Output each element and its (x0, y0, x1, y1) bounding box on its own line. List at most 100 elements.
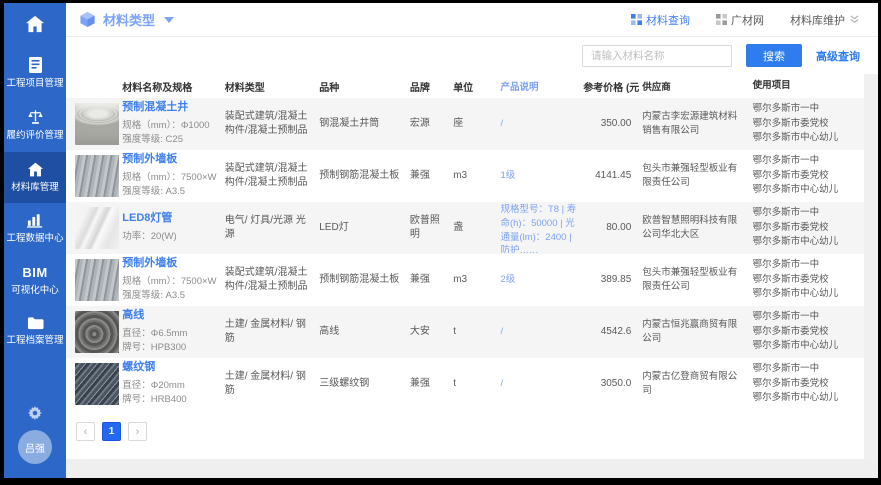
bar-chart-icon (27, 213, 43, 228)
material-unit: m3 (450, 273, 497, 288)
pagination-prev-button[interactable]: ‹ (76, 422, 95, 441)
column-header-projects: 使用项目 (750, 79, 860, 94)
search-button[interactable]: 搜索 (746, 44, 802, 67)
supplier: 内蒙古亿登商贸有限公司 (639, 370, 749, 398)
table-row[interactable]: LED8灯管 功率：20(W) 电气/ 灯具/光源 光源 LED灯 欧普照明 盏… (66, 202, 864, 254)
advanced-query-link[interactable]: 高级查询 (816, 48, 860, 64)
material-thumbnail (75, 311, 119, 353)
reference-price: 389.85 (580, 273, 639, 288)
material-query-link[interactable]: 材料查询 (631, 12, 690, 28)
material-name-link[interactable]: LED8灯管 (122, 211, 218, 227)
sidebar-spacer (4, 356, 66, 406)
supplier: 内蒙古李宏源建筑材料销售有限公司 (639, 110, 749, 138)
grid-icon (631, 14, 642, 25)
reference-price: 350.00 (580, 117, 639, 132)
column-header-description: 产品说明 (497, 79, 580, 93)
supplier: 内蒙古恒兆赢商贸有限公司 (639, 318, 749, 346)
table-row[interactable]: 螺纹钢 直径：Φ20mm 牌号：HRB400 土建/ 金属材料/ 钢筋 三级螺纹… (66, 358, 864, 410)
material-brand: 兼强 (407, 169, 450, 184)
material-brand: 大安 (407, 325, 450, 340)
material-type: 电气/ 灯具/光源 光源 (222, 214, 317, 243)
sidebar-item-label: 工程数据中心 (6, 233, 63, 244)
material-variety: 钢混凝土井筒 (316, 117, 407, 132)
sidebar-item-archive-management[interactable]: 工程档案管理 (4, 306, 66, 356)
material-unit: m3 (450, 169, 497, 184)
material-library-maintain-link[interactable]: 材料库维护 (790, 12, 860, 28)
caret-down-icon (164, 17, 174, 23)
material-brand: 兼强 (407, 273, 450, 288)
table-row[interactable]: 预制混凝土井 规格（mm）：Φ1000 强度等级: C25 装配式建筑/混凝土构… (66, 98, 864, 150)
table-header: 材料名称及规格 材料类型 品种 品牌 单位 产品说明 参考价格 (元) 供应商 … (66, 74, 864, 98)
reference-price: 4141.45 (580, 169, 639, 184)
page-title: 材料类型 (103, 10, 155, 29)
folder-icon (27, 316, 44, 330)
reference-price: 4542.6 (580, 325, 639, 340)
material-type-dropdown[interactable]: 材料类型 (79, 10, 174, 29)
column-header-name-spec: 材料名称及规格 (119, 79, 221, 94)
scales-icon (27, 109, 44, 125)
material-unit: 座 (450, 117, 497, 132)
material-variety: 三级螺纹钢 (316, 377, 407, 392)
footer-gap (66, 459, 878, 478)
material-type: 装配式建筑/混凝土构件/混凝土预制品 (222, 110, 317, 139)
material-thumbnail (75, 103, 119, 145)
guangcai-net-link[interactable]: 广材网 (716, 12, 764, 28)
pagination-page-1-button[interactable]: 1 (102, 422, 121, 441)
sidebar-item-material-library[interactable]: 材料库管理 (4, 152, 66, 203)
material-variety: 预制钢筋混凝土板 (316, 169, 407, 184)
sidebar-item-data-center[interactable]: 工程数据中心 (4, 203, 66, 254)
table-body: 预制混凝土井 规格（mm）：Φ1000 强度等级: C25 装配式建筑/混凝土构… (66, 98, 864, 410)
pagination-next-button[interactable]: › (128, 422, 147, 441)
sidebar: 工程项目管理 履约评价管理 材料库管理 工程数据中心 (4, 3, 66, 478)
usage-projects: 鄂尔多斯市一中 鄂尔多斯市委党校 鄂尔多斯市中心幼儿 (750, 102, 860, 146)
material-name-link[interactable]: 螺纹钢 (122, 360, 218, 376)
material-variety: LED灯 (316, 221, 407, 236)
material-variety: 高线 (316, 325, 407, 340)
material-spec: 功率：20(W) (122, 230, 218, 244)
material-thumbnail (75, 155, 119, 197)
material-name-link[interactable]: 预制外墙板 (122, 256, 218, 272)
material-thumbnail (75, 259, 119, 301)
column-header-brand: 品牌 (407, 79, 450, 94)
product-description-link[interactable]: / (497, 377, 580, 391)
table-row[interactable]: 预制外墙板 规格（mm）：7500×W 强度等级: A3.5 装配式建筑/混凝土… (66, 254, 864, 306)
material-name-link[interactable]: 预制混凝土井 (122, 100, 218, 116)
supplier: 欧普智慧照明科技有限公司华北大区 (639, 214, 749, 242)
material-spec: 规格（mm）：Φ1000 强度等级: C25 (122, 119, 218, 148)
material-type: 装配式建筑/混凝土构件/混凝土预制品 (222, 266, 317, 295)
reference-price: 80.00 (580, 221, 639, 236)
document-icon (28, 57, 43, 73)
column-header-type: 材料类型 (222, 79, 317, 94)
gear-icon[interactable] (28, 406, 42, 420)
usage-projects: 鄂尔多斯市一中 鄂尔多斯市委党校 鄂尔多斯市中心幼儿 (750, 154, 860, 198)
table-row[interactable]: 高线 直径：Φ6.5mm 牌号：HPB300 土建/ 金属材料/ 钢筋 高线 大… (66, 306, 864, 358)
material-table: 材料名称及规格 材料类型 品种 品牌 单位 产品说明 参考价格 (元) 供应商 … (66, 74, 864, 459)
sidebar-item-performance-evaluation[interactable]: 履约评价管理 (4, 99, 66, 151)
product-description-link[interactable]: 规格型号：T8 | 寿命(h)：50000 | 光通量(lm)：2400 | 防… (497, 203, 580, 253)
sidebar-item-bim-center[interactable]: BIM 可视化中心 (4, 255, 66, 306)
usage-projects: 鄂尔多斯市一中 鄂尔多斯市委党校 鄂尔多斯市中心幼儿 (750, 258, 860, 302)
sidebar-item-project-management[interactable]: 工程项目管理 (4, 47, 66, 99)
material-unit: t (450, 325, 497, 340)
material-name-link[interactable]: 预制外墙板 (122, 152, 218, 168)
top-links: 材料查询 广材网 材料库维护 (631, 12, 860, 28)
sidebar-item-label: 工程项目管理 (6, 78, 63, 89)
product-description-link[interactable]: 1级 (497, 169, 580, 183)
product-description-link[interactable]: / (497, 325, 580, 339)
product-description-link[interactable]: 2级 (497, 273, 580, 287)
avatar[interactable]: 吕强 (18, 430, 52, 464)
material-name-link[interactable]: 高线 (122, 308, 218, 324)
material-spec: 规格（mm）：7500×W 强度等级: A3.5 (122, 171, 218, 200)
sidebar-item-label: 履约评价管理 (6, 130, 63, 141)
column-header-price: 参考价格 (元) (580, 79, 639, 94)
material-type: 装配式建筑/混凝土构件/混凝土预制品 (222, 162, 317, 191)
product-description-link[interactable]: / (497, 117, 580, 131)
material-brand: 欧普照明 (407, 214, 450, 243)
sidebar-item-home[interactable] (4, 3, 66, 47)
search-input[interactable] (582, 45, 732, 67)
warehouse-icon (27, 162, 44, 177)
material-variety: 预制钢筋混凝土板 (316, 273, 407, 288)
search-bar: 搜索 高级查询 (66, 37, 878, 74)
table-row[interactable]: 预制外墙板 规格（mm）：7500×W 强度等级: A3.5 装配式建筑/混凝土… (66, 150, 864, 202)
sidebar-bottom: 吕强 (4, 406, 66, 478)
